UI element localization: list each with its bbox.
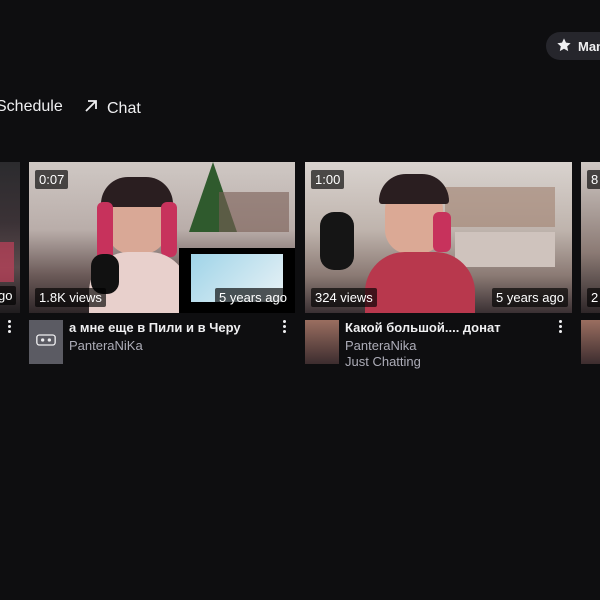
video-thumbnail[interactable]: 0:07 1.8K views 5 years ago (29, 162, 295, 313)
video-age-badge: 5 years ago (215, 288, 291, 307)
channel-avatar[interactable] (581, 320, 600, 364)
manage-button[interactable]: Man (546, 32, 600, 60)
channel-avatar[interactable] (29, 320, 63, 364)
more-options-icon[interactable] (8, 320, 12, 334)
video-views-badge: 1.8K views (35, 288, 106, 307)
video-thumbnail-partial-right[interactable]: 8 2 (581, 162, 600, 313)
channel-avatar[interactable] (305, 320, 339, 364)
tab-chat[interactable]: Chat (83, 98, 141, 119)
channel-name[interactable]: PanteraNika (345, 338, 417, 353)
video-age-badge: go (0, 286, 17, 305)
more-options-icon[interactable] (559, 320, 563, 334)
external-arrow-icon (83, 98, 99, 119)
video-duration-badge: 0:07 (35, 170, 69, 189)
tab-chat-label: Chat (107, 99, 141, 117)
game-controller-icon (36, 333, 56, 352)
manage-button-label: Man (578, 38, 600, 54)
tab-schedule[interactable]: Schedule (0, 98, 63, 116)
video-duration-badge: 8 (587, 170, 600, 189)
video-views-badge: 324 views (311, 288, 377, 307)
video-thumbnail[interactable]: 1:00 324 views 5 years ago (305, 162, 572, 313)
video-thumbnail-partial-left[interactable]: go (0, 162, 20, 313)
channel-name[interactable]: PanteraNiKa (69, 338, 143, 353)
video-category[interactable]: Just Chatting (345, 354, 421, 369)
video-title[interactable]: а мне еще в Пили и в Черу (69, 320, 241, 335)
video-views-badge: 2 (587, 288, 600, 307)
video-title[interactable]: Какой большой.... донат (345, 320, 501, 335)
video-duration-badge: 1:00 (311, 170, 345, 189)
video-age-badge: 5 years ago (492, 288, 568, 307)
star-icon (556, 37, 572, 56)
more-options-icon[interactable] (283, 320, 287, 334)
